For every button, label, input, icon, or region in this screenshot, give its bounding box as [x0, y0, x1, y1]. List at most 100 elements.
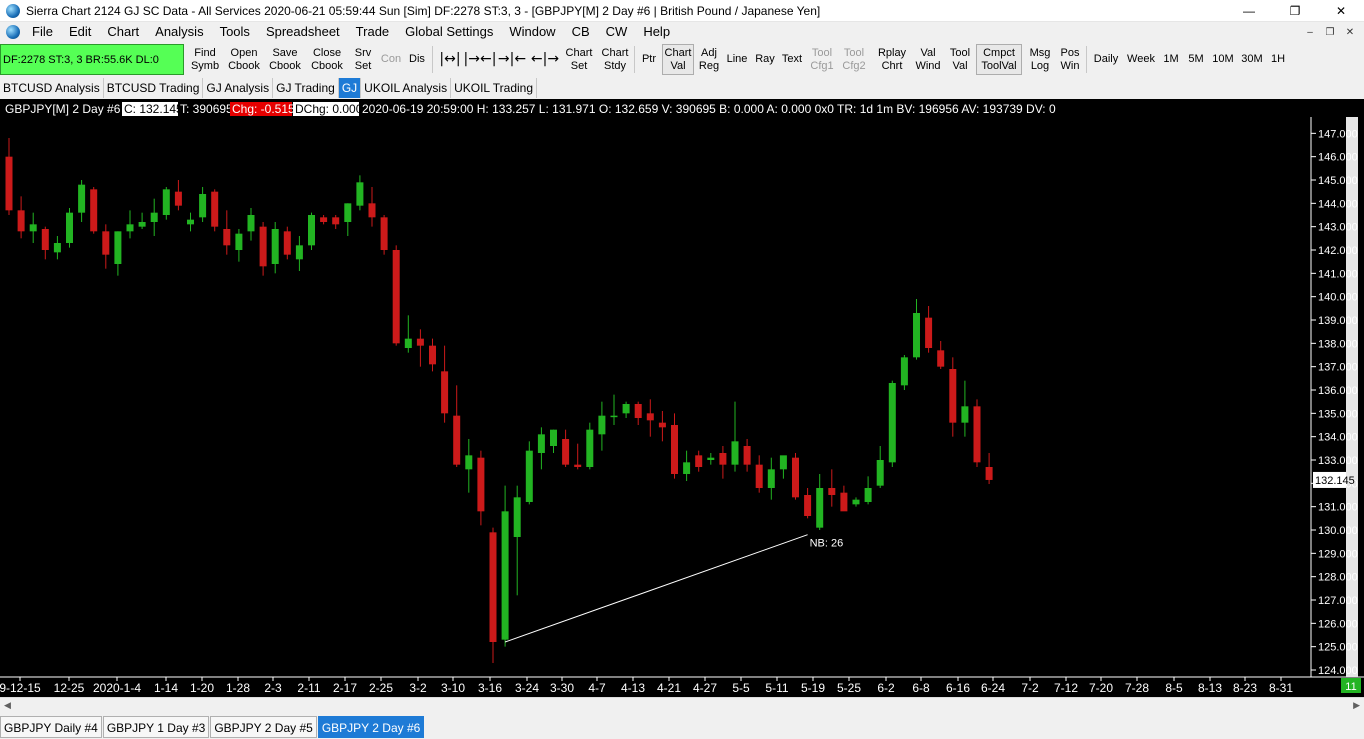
- find-symbol-button[interactable]: Find Symb: [187, 44, 223, 75]
- positions-window-button[interactable]: Pos Win: [1056, 44, 1084, 75]
- restore-button[interactable]: ❐: [1272, 0, 1318, 22]
- price-tick-label: 130.000: [1318, 525, 1358, 537]
- candle: [743, 439, 751, 472]
- shift-left-icon[interactable]: →|←: [498, 44, 526, 75]
- minimize-button[interactable]: —: [1226, 0, 1272, 22]
- menu-spreadsheet[interactable]: Spreadsheet: [258, 22, 348, 42]
- chart-studies-button[interactable]: Chart Stdy: [598, 44, 632, 75]
- menu-chart[interactable]: Chart: [99, 22, 147, 42]
- candle: [187, 212, 194, 232]
- timeframe-30m-button[interactable]: 30M: [1238, 44, 1266, 75]
- mdi-minimize-button[interactable]: –: [1302, 24, 1318, 40]
- server-settings-button[interactable]: Srv Set: [350, 44, 376, 75]
- connect-button[interactable]: Con: [378, 44, 404, 75]
- scroll-left-icon[interactable]: ◀: [4, 700, 11, 711]
- save-chartbook-button[interactable]: Save Cbook: [265, 44, 305, 75]
- tab-gj-analysis[interactable]: GJ Analysis: [203, 78, 274, 98]
- candle: [876, 446, 884, 488]
- trend-line[interactable]: [504, 534, 808, 643]
- menu-cb[interactable]: CB: [564, 22, 598, 42]
- candle: [247, 208, 255, 241]
- menu-edit[interactable]: Edit: [61, 22, 99, 42]
- candle-body: [646, 413, 654, 421]
- tab-ukoil-trading[interactable]: UKOIL Trading: [451, 78, 538, 98]
- tab-gj[interactable]: GJ: [338, 78, 362, 98]
- timeframe-10m-button[interactable]: 10M: [1209, 44, 1237, 75]
- candle-body: [888, 383, 896, 463]
- close-button[interactable]: ✕: [1318, 0, 1364, 22]
- chart-tab-daily-4[interactable]: GBPJPY Daily #4: [0, 715, 102, 738]
- candle: [17, 196, 25, 239]
- price-tick-label: 141.000: [1318, 268, 1358, 280]
- candle: [78, 180, 86, 222]
- open-chartbook-button[interactable]: Open Cbook: [224, 44, 264, 75]
- chart-area[interactable]: GBPJPY[M] 2 Day #6 C: 132.145 T: 390695 …: [0, 99, 1364, 697]
- menu-tools[interactable]: Tools: [212, 22, 258, 42]
- mdi-close-button[interactable]: ✕: [1342, 24, 1358, 40]
- timeframe-1m-button[interactable]: 1M: [1159, 44, 1183, 75]
- horizontal-scrollbar[interactable]: ◀ ▶: [0, 697, 1364, 714]
- chart-tab-2day-5[interactable]: GBPJPY 2 Day #5: [210, 715, 317, 738]
- candle-body: [852, 499, 860, 505]
- candle: [235, 229, 243, 262]
- candle-body: [90, 189, 98, 232]
- ray-tool-button[interactable]: Ray: [752, 44, 778, 75]
- candle: [392, 245, 400, 346]
- timeframe-5m-button[interactable]: 5M: [1184, 44, 1208, 75]
- candle-body: [283, 231, 291, 255]
- candle-body: [779, 455, 787, 470]
- chart-tab-1day-3[interactable]: GBPJPY 1 Day #3: [102, 715, 210, 738]
- timeframe-1h-button[interactable]: 1H: [1267, 44, 1289, 75]
- expand-bars-icon[interactable]: |↔|: [437, 44, 463, 75]
- menu-trade[interactable]: Trade: [348, 22, 397, 42]
- candle: [199, 187, 207, 222]
- candlestick-chart[interactable]: GBPJPY[M] 2 Day #6 C: 132.145 T: 390695 …: [0, 99, 1364, 697]
- compact-tool-values-button[interactable]: Cmpct ToolVal: [976, 44, 1022, 75]
- menu-cw[interactable]: CW: [598, 22, 636, 42]
- menu-analysis[interactable]: Analysis: [147, 22, 211, 42]
- menu-window[interactable]: Window: [501, 22, 563, 42]
- tab-btcusd-trading[interactable]: BTCUSD Trading: [104, 78, 204, 98]
- replay-chart-button[interactable]: Rplay Chrt: [874, 44, 910, 75]
- candle-body: [259, 226, 267, 267]
- pointer-tool-button[interactable]: Ptr: [637, 44, 661, 75]
- tool-config2-button[interactable]: Tool Cfg2: [839, 44, 869, 75]
- menu-global-settings[interactable]: Global Settings: [397, 22, 501, 42]
- candle-body: [622, 404, 630, 414]
- tab-ukoil-analysis[interactable]: UKOIL Analysis: [361, 78, 452, 98]
- message-log-button[interactable]: Msg Log: [1025, 44, 1055, 75]
- close-chartbook-button[interactable]: Close Cbook: [307, 44, 347, 75]
- chart-tab-2day-6[interactable]: GBPJPY 2 Day #6: [317, 715, 425, 738]
- price-tick-label: 126.000: [1318, 618, 1358, 630]
- candle: [525, 441, 533, 505]
- mdi-restore-button[interactable]: ❐: [1322, 24, 1338, 40]
- candle-body: [683, 462, 691, 474]
- tab-btcusd-analysis[interactable]: BTCUSD Analysis: [0, 78, 104, 98]
- candle: [683, 450, 691, 481]
- candle: [913, 299, 920, 360]
- timeframe-daily-button[interactable]: Daily: [1089, 44, 1123, 75]
- candle: [429, 338, 436, 372]
- timeframe-week-button[interactable]: Week: [1124, 44, 1158, 75]
- chart-values-button[interactable]: Chart Val: [662, 44, 694, 75]
- chart-settings-button[interactable]: Chart Set: [562, 44, 596, 75]
- candle: [211, 189, 219, 232]
- document-globe-icon[interactable]: [6, 25, 20, 39]
- menu-file[interactable]: File: [24, 22, 61, 42]
- candle: [852, 497, 860, 507]
- candle-body: [731, 441, 739, 465]
- scroll-right-icon[interactable]: ▶: [1353, 700, 1360, 711]
- candle: [767, 457, 775, 500]
- tab-gj-trading[interactable]: GJ Trading: [273, 78, 339, 98]
- menu-help[interactable]: Help: [635, 22, 678, 42]
- compress-bars-icon[interactable]: |→←|: [464, 44, 497, 75]
- adjust-region-button[interactable]: Adj Reg: [696, 44, 722, 75]
- shift-right-icon[interactable]: ←|→: [531, 44, 559, 75]
- values-window-button[interactable]: Val Wind: [911, 44, 945, 75]
- candle: [804, 488, 812, 519]
- line-tool-button[interactable]: Line: [724, 44, 750, 75]
- text-tool-button[interactable]: Text: [779, 44, 805, 75]
- tool-config1-button[interactable]: Tool Cfg1: [807, 44, 837, 75]
- tool-values-button[interactable]: Tool Val: [946, 44, 974, 75]
- disconnect-button[interactable]: Dis: [405, 44, 429, 75]
